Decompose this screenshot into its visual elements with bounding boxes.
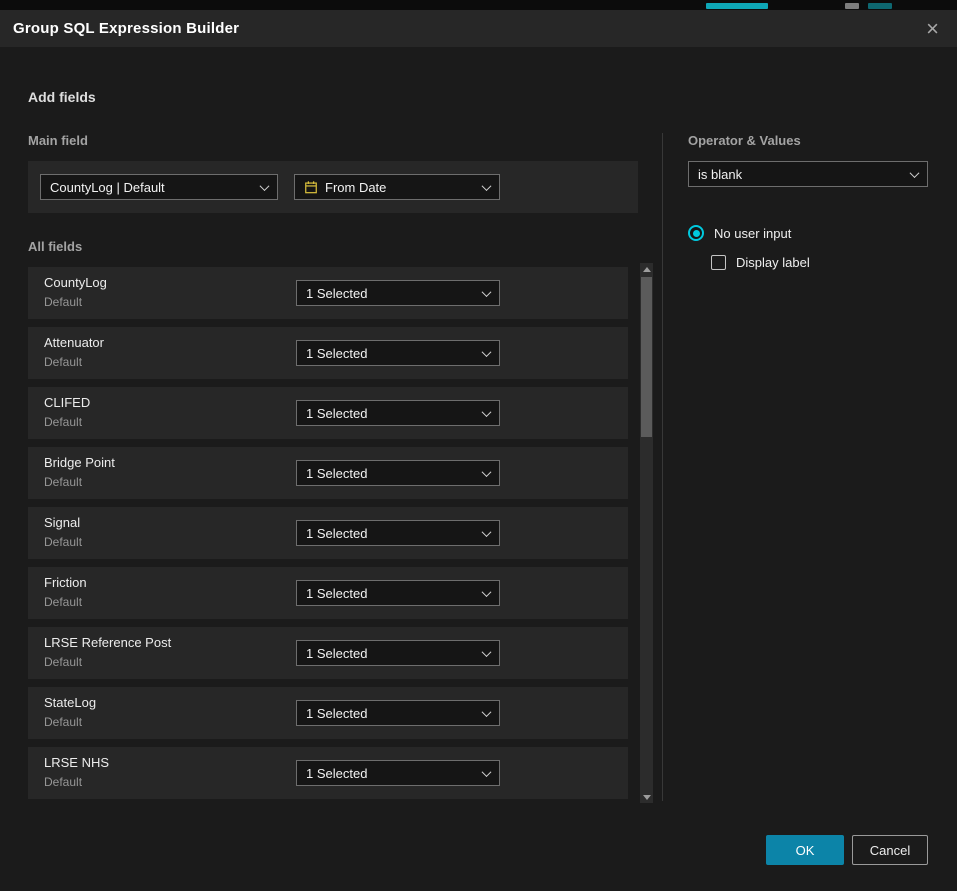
display-label-checkbox[interactable]: Display label (711, 255, 928, 270)
field-values-selected: 1 Selected (306, 646, 367, 661)
screen: Group SQL Expression Builder × Add field… (0, 0, 957, 891)
field-name: LRSE Reference Post (44, 635, 171, 650)
field-values-dropdown[interactable]: 1 Selected (296, 400, 500, 426)
radio-selected-icon (688, 225, 704, 241)
background-app-artifact (868, 3, 892, 9)
column-divider (662, 133, 663, 801)
calendar-icon (304, 180, 318, 194)
all-fields-list: CountyLog Default 1 Selected Attenuator … (28, 267, 662, 799)
field-subtitle: Default (44, 715, 82, 729)
field-values-dropdown[interactable]: 1 Selected (296, 700, 500, 726)
field-subtitle: Default (44, 355, 82, 369)
cancel-button[interactable]: Cancel (852, 835, 928, 865)
field-values-selected: 1 Selected (306, 286, 367, 301)
dialog-body: Add fields Main field CountyLog | Defaul… (0, 47, 957, 891)
main-field-label: Main field (28, 133, 662, 149)
field-values-dropdown[interactable]: 1 Selected (296, 340, 500, 366)
field-name: Friction (44, 575, 87, 590)
chevron-down-icon (910, 168, 920, 178)
field-name: CLIFED (44, 395, 90, 410)
field-name: Signal (44, 515, 80, 530)
field-subtitle: Default (44, 655, 82, 669)
chevron-down-icon (260, 181, 270, 191)
no-user-input-label: No user input (714, 226, 791, 241)
field-values-selected: 1 Selected (306, 766, 367, 781)
field-row-friction: Friction Default 1 Selected (28, 567, 628, 619)
operator-values-column: Operator & Values is blank No user input… (688, 133, 928, 270)
field-name: CountyLog (44, 275, 107, 290)
dialog-title: Group SQL Expression Builder (13, 20, 239, 37)
field-values-selected: 1 Selected (306, 526, 367, 541)
field-values-dropdown[interactable]: 1 Selected (296, 280, 500, 306)
checkbox-unchecked-icon (711, 255, 726, 270)
fields-column: Main field CountyLog | Default (28, 133, 662, 807)
chevron-down-icon (482, 407, 492, 417)
field-values-selected: 1 Selected (306, 406, 367, 421)
dialog-columns: Main field CountyLog | Default (28, 133, 929, 807)
chevron-down-icon (482, 527, 492, 537)
field-row-lrse-nhs: LRSE NHS Default 1 Selected (28, 747, 628, 799)
date-field-select[interactable]: From Date (294, 174, 500, 200)
chevron-down-icon (482, 767, 492, 777)
field-values-dropdown[interactable]: 1 Selected (296, 460, 500, 486)
field-subtitle: Default (44, 295, 82, 309)
field-row-signal: Signal Default 1 Selected (28, 507, 628, 559)
field-values-selected: 1 Selected (306, 706, 367, 721)
display-label-label: Display label (736, 255, 810, 270)
field-subtitle: Default (44, 535, 82, 549)
add-fields-heading: Add fields (28, 89, 929, 105)
all-fields-label: All fields (28, 239, 662, 255)
chevron-down-icon (482, 707, 492, 717)
field-row-countylog: CountyLog Default 1 Selected (28, 267, 628, 319)
field-row-bridge-point: Bridge Point Default 1 Selected (28, 447, 628, 499)
chevron-down-icon (482, 647, 492, 657)
field-values-dropdown[interactable]: 1 Selected (296, 520, 500, 546)
field-name: Attenuator (44, 335, 104, 350)
background-app-artifact (845, 3, 859, 9)
chevron-down-icon (482, 181, 492, 191)
scroll-up-icon[interactable] (640, 263, 653, 275)
group-sql-expression-builder-dialog: Group SQL Expression Builder × Add field… (0, 10, 957, 891)
field-values-selected: 1 Selected (306, 346, 367, 361)
field-values-dropdown[interactable]: 1 Selected (296, 580, 500, 606)
layer-select-value: CountyLog | Default (50, 180, 165, 195)
chevron-down-icon (482, 587, 492, 597)
chevron-down-icon (482, 467, 492, 477)
dialog-header: Group SQL Expression Builder × (0, 10, 957, 47)
scrollbar-thumb[interactable] (641, 277, 652, 437)
close-icon[interactable]: × (926, 19, 939, 39)
operator-select[interactable]: is blank (688, 161, 928, 187)
field-subtitle: Default (44, 475, 82, 489)
field-row-lrse-reference-post: LRSE Reference Post Default 1 Selected (28, 627, 628, 679)
field-name: LRSE NHS (44, 755, 109, 770)
main-field-panel: CountyLog | Default (28, 161, 638, 213)
operator-values-label: Operator & Values (688, 133, 928, 149)
field-values-dropdown[interactable]: 1 Selected (296, 640, 500, 666)
chevron-down-icon (482, 347, 492, 357)
field-values-selected: 1 Selected (306, 586, 367, 601)
field-subtitle: Default (44, 775, 82, 789)
ok-button[interactable]: OK (766, 835, 844, 865)
scroll-down-icon[interactable] (640, 791, 653, 803)
field-name: StateLog (44, 695, 96, 710)
background-app-artifact (706, 3, 768, 9)
field-row-attenuator: Attenuator Default 1 Selected (28, 327, 628, 379)
fields-scrollbar[interactable] (640, 263, 653, 803)
field-subtitle: Default (44, 415, 82, 429)
field-values-selected: 1 Selected (306, 466, 367, 481)
date-field-select-value: From Date (325, 180, 386, 195)
dialog-footer: OK Cancel (766, 835, 928, 865)
field-subtitle: Default (44, 595, 82, 609)
background-app-strip (0, 0, 957, 10)
layer-select[interactable]: CountyLog | Default (40, 174, 278, 200)
field-name: Bridge Point (44, 455, 115, 470)
field-row-clifed: CLIFED Default 1 Selected (28, 387, 628, 439)
no-user-input-radio[interactable]: No user input (688, 225, 928, 241)
field-row-statelog: StateLog Default 1 Selected (28, 687, 628, 739)
operator-select-value: is blank (698, 167, 742, 182)
chevron-down-icon (482, 287, 492, 297)
field-values-dropdown[interactable]: 1 Selected (296, 760, 500, 786)
